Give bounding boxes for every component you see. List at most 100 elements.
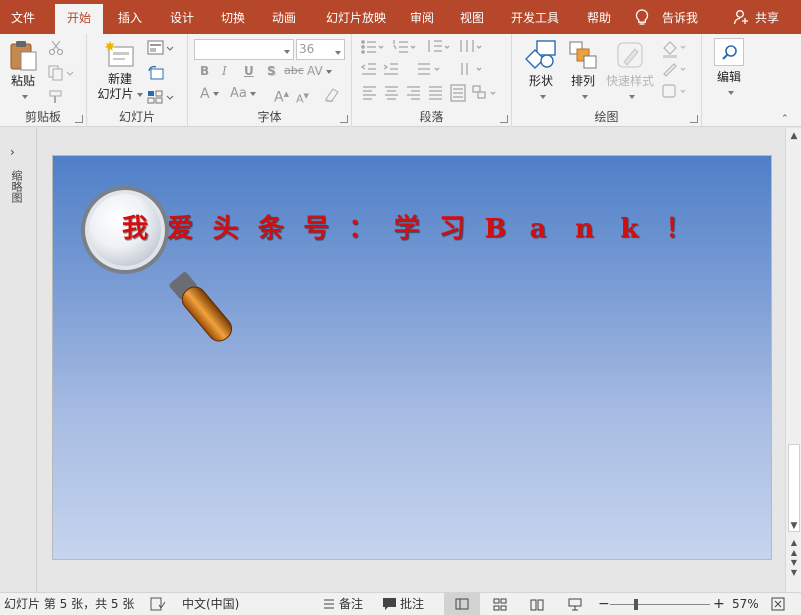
slide-title-char: 条	[257, 214, 284, 244]
smartart-icon	[472, 85, 496, 99]
align-center-icon	[385, 86, 398, 100]
change-case-label: Aa	[230, 86, 247, 101]
arrange-button[interactable]: 排列	[564, 40, 602, 95]
clear-formatting-icon[interactable]	[323, 86, 341, 102]
slide-title-char: 头	[212, 214, 239, 244]
zoom-in-button[interactable]: +	[713, 593, 725, 615]
arrange-dropdown-icon	[564, 89, 602, 95]
person-icon	[733, 10, 748, 25]
font-name-input[interactable]	[194, 39, 294, 60]
font-color-button[interactable]: A	[200, 84, 219, 104]
share-button[interactable]: 共享	[750, 0, 784, 34]
shapes-button[interactable]: 形状	[522, 40, 560, 95]
drawing-launcher-icon[interactable]	[690, 115, 698, 123]
drawing-group: 形状 排列 快速样式 绘图	[512, 34, 702, 127]
font-size-dropdown-icon[interactable]	[332, 43, 341, 62]
change-case-button[interactable]: Aa	[230, 84, 256, 104]
paste-button[interactable]: 粘贴	[4, 40, 42, 95]
ribbon: 粘贴 剪贴板 新建 幻灯片 幻灯片 36 B I U S abc AV A Aa…	[0, 34, 801, 127]
grow-font-button[interactable]: A▲	[274, 84, 289, 106]
align-left-icon	[363, 86, 376, 100]
expand-thumbnails-icon[interactable]: ›	[10, 145, 15, 159]
spell-check-icon[interactable]	[150, 597, 166, 611]
collapse-ribbon-icon[interactable]: ⌃	[781, 114, 789, 124]
reset-icon[interactable]	[147, 65, 165, 81]
char-spacing-dropdown-icon	[323, 64, 332, 78]
format-painter-icon[interactable]	[48, 89, 64, 105]
slide-title-char: 我	[122, 214, 149, 244]
new-slide-label-1: 新建	[107, 72, 132, 86]
reading-view-icon[interactable]	[530, 598, 544, 611]
slide-title-char: n	[574, 214, 594, 244]
shapes-icon	[525, 40, 556, 69]
previous-slide-icon[interactable]: ▲ ▲	[786, 538, 801, 557]
next-slide-icon[interactable]: ▼ ▼	[786, 558, 801, 577]
char-spacing-label: AV	[307, 64, 323, 78]
scroll-up-icon[interactable]: ▲	[786, 128, 801, 144]
comments-button[interactable]: 批注	[400, 593, 424, 615]
zoom-slider-track[interactable]	[610, 604, 710, 605]
paragraph-group-label: 段落	[419, 110, 444, 124]
tab-design[interactable]: 设计	[160, 0, 204, 34]
zoom-out-button[interactable]: −	[598, 593, 610, 615]
quick-styles-dropdown-icon	[602, 89, 658, 95]
tell-me-box[interactable]: 告诉我	[655, 0, 705, 34]
clipboard-launcher-icon[interactable]	[75, 115, 83, 123]
slide-title-char: 学	[393, 214, 420, 244]
tab-review[interactable]: 审阅	[400, 0, 444, 34]
font-size-input[interactable]: 36	[296, 39, 345, 60]
fit-to-window-icon[interactable]	[771, 597, 785, 611]
tab-view[interactable]: 视图	[450, 0, 494, 34]
slide-title-char: a	[529, 214, 547, 244]
italic-button[interactable]: I	[222, 61, 227, 81]
editing-label: 编辑	[716, 70, 741, 84]
normal-view-icon	[455, 598, 469, 610]
char-spacing-button[interactable]: AV	[307, 61, 332, 81]
shrink-font-button[interactable]: A▼	[296, 86, 309, 106]
section-icon[interactable]	[147, 89, 175, 105]
paste-dropdown-icon	[4, 89, 42, 95]
zoom-level[interactable]: 57%	[732, 593, 759, 615]
layout-icon[interactable]	[147, 40, 175, 56]
justify-icon	[429, 86, 442, 100]
editing-button[interactable]: 编辑	[710, 38, 748, 91]
zoom-slider-thumb[interactable]	[634, 599, 638, 610]
slide-title-char: ！	[665, 214, 692, 244]
thumbnail-pane-label[interactable]: 缩略图	[10, 170, 24, 203]
shape-fill-icon	[663, 41, 686, 58]
slide-title-text[interactable]: 我爱头条号 ： 学习 Ba n k ！	[122, 208, 722, 248]
slideshow-view-icon[interactable]	[568, 598, 582, 611]
copy-icon[interactable]	[48, 65, 74, 81]
search-icon	[722, 45, 737, 60]
font-name-dropdown-icon[interactable]	[281, 44, 290, 58]
underline-button[interactable]: U	[244, 61, 254, 81]
notes-button[interactable]: 备注	[339, 593, 363, 615]
tab-transitions[interactable]: 切换	[211, 0, 255, 34]
tab-animations[interactable]: 动画	[262, 0, 306, 34]
language-indicator[interactable]: 中文(中国)	[182, 593, 239, 615]
bold-button[interactable]: B	[200, 61, 209, 81]
scroll-down-icon[interactable]: ▼	[786, 518, 801, 534]
font-group-label: 字体	[257, 110, 282, 124]
strikethrough-button[interactable]: abc	[284, 61, 304, 81]
normal-view-button[interactable]	[444, 593, 480, 615]
tab-home[interactable]: 开始	[55, 4, 103, 34]
tab-developer[interactable]: 开发工具	[505, 0, 565, 34]
paragraph-launcher-icon[interactable]	[500, 115, 508, 123]
editing-group: 编辑	[702, 34, 755, 127]
paste-label: 粘贴	[10, 74, 35, 88]
new-slide-button[interactable]: 新建 幻灯片	[95, 40, 145, 102]
tab-help[interactable]: 帮助	[577, 0, 621, 34]
quick-styles-button[interactable]: 快速样式	[602, 40, 658, 95]
cut-icon[interactable]	[48, 40, 64, 56]
status-bar: 幻灯片 第 5 张，共 5 张 中文(中国) 备注 批注 − + 57%	[0, 592, 801, 615]
text-shadow-button[interactable]: S	[267, 61, 276, 81]
change-case-dropdown-icon	[247, 86, 256, 101]
tab-file[interactable]: 文件	[0, 0, 46, 34]
quick-styles-label: 快速样式	[605, 74, 654, 88]
tab-insert[interactable]: 插入	[108, 0, 152, 34]
font-launcher-icon[interactable]	[340, 115, 348, 123]
tab-slideshow[interactable]: 幻灯片放映	[315, 0, 397, 34]
vertical-scrollbar[interactable]: ▲ ▼ ▲ ▲ ▼ ▼	[785, 128, 801, 592]
slide-sorter-icon[interactable]	[493, 598, 507, 611]
